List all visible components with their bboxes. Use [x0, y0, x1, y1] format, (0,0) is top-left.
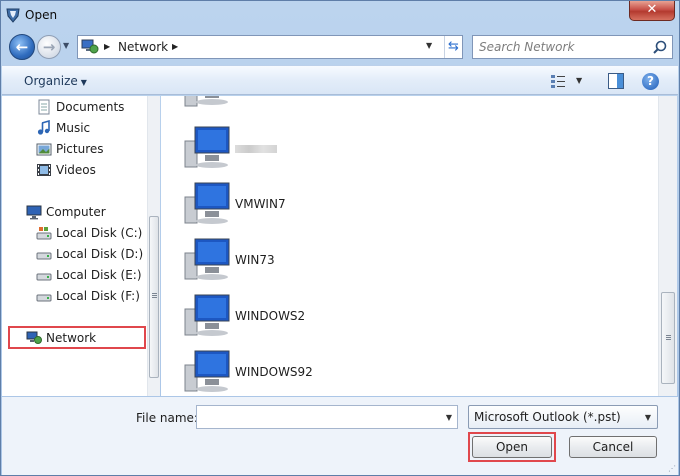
breadcrumb-separator-icon[interactable]: ▶	[104, 42, 110, 51]
preview-pane-button[interactable]	[608, 73, 624, 89]
app-icon	[6, 8, 20, 23]
drive-icon	[36, 227, 52, 240]
title-bar: Open ✕	[1, 1, 679, 31]
forward-arrow-icon: →	[42, 38, 56, 56]
computer-name: VMWIN7	[235, 197, 286, 211]
close-icon: ✕	[646, 2, 658, 17]
network-computer-icon	[184, 294, 230, 336]
search-icon[interactable]	[653, 40, 667, 54]
drive-icon	[36, 273, 52, 281]
view-options-icon[interactable]	[550, 73, 566, 89]
drive-icon	[36, 294, 52, 302]
nav-item-label: Documents	[56, 100, 125, 114]
nav-item-label: Network	[46, 331, 97, 345]
file-type-value: Microsoft Outlook (*.pst)	[474, 410, 621, 424]
refresh-icon: ⇆	[448, 39, 459, 54]
computer-item[interactable]: WINDOWS2	[161, 293, 361, 341]
network-icon	[26, 331, 42, 344]
music-icon	[37, 120, 50, 135]
file-list-scrollbar[interactable]	[658, 96, 677, 396]
open-dialog: Open ✕ ← → ▼ ▶ Network ▶ ▼ ⇆ Search Netw…	[0, 0, 680, 476]
nav-item-label: Local Disk (D:)	[56, 247, 144, 261]
forward-button[interactable]: →	[37, 35, 61, 59]
pictures-icon	[36, 143, 52, 156]
nav-item-label: Local Disk (E:)	[56, 268, 142, 282]
navigation-scrollbar[interactable]	[147, 96, 160, 396]
address-bar[interactable]: ▶ Network ▶ ▼ ⇆	[77, 35, 463, 59]
videos-icon	[37, 164, 51, 176]
cancel-button[interactable]: Cancel	[569, 436, 657, 458]
scrollbar-thumb[interactable]	[661, 292, 675, 384]
computer-item[interactable]: WIN73	[161, 237, 361, 285]
computer-item[interactable]: VMWIN7	[161, 181, 361, 229]
nav-item-label: Music	[56, 121, 91, 135]
resize-grip-icon[interactable]: ⋰	[668, 464, 676, 473]
network-computer-icon	[184, 126, 230, 168]
network-computer-icon	[184, 350, 230, 392]
documents-icon	[38, 99, 50, 115]
recent-locations-dropdown[interactable]: ▼	[63, 41, 73, 53]
nav-item-label: Local Disk (C:)	[56, 226, 143, 240]
computer-name: WIN73	[235, 253, 275, 267]
network-computer-icon	[184, 238, 230, 280]
scrollbar-thumb[interactable]	[149, 216, 159, 378]
file-name-label: File name:	[136, 411, 198, 425]
nav-item-label: Pictures	[56, 142, 104, 156]
network-computer-icon	[184, 182, 230, 224]
breadcrumb-network[interactable]: Network	[118, 40, 168, 54]
chevron-down-icon: ▼	[80, 78, 87, 87]
navigation-pane: Documents Music Pictures Videos Computer…	[2, 96, 160, 396]
window-title: Open	[25, 8, 58, 22]
computer-name: WINDOWS92	[235, 365, 313, 379]
computer-item-redacted[interactable]	[161, 125, 361, 173]
back-button[interactable]: ←	[9, 34, 35, 60]
redacted-computer-name	[235, 145, 277, 153]
chevron-down-icon: ▼	[644, 413, 651, 422]
back-arrow-icon: ←	[15, 38, 29, 56]
nav-item-label: Computer	[46, 205, 106, 219]
view-dropdown-icon[interactable]: ▼	[576, 76, 582, 85]
computer-item-partial[interactable]	[161, 96, 361, 110]
refresh-button[interactable]: ⇆	[444, 36, 464, 58]
computer-icon	[26, 205, 42, 220]
search-box[interactable]: Search Network	[472, 35, 673, 59]
address-dropdown-icon[interactable]: ▼	[426, 41, 432, 50]
organize-button[interactable]: Organize ▼	[24, 74, 87, 88]
file-list: VMWIN7 WIN73 WINDOWS2 WINDOWS92	[161, 96, 658, 396]
chevron-down-icon[interactable]: ▼	[446, 413, 452, 422]
network-computer-icon	[184, 96, 228, 107]
close-button[interactable]: ✕	[629, 1, 675, 21]
dialog-footer: File name: ▼ Microsoft Outlook (*.pst) ▼…	[2, 397, 678, 475]
network-icon	[81, 39, 99, 54]
breadcrumb-separator-icon[interactable]: ▶	[172, 42, 178, 51]
file-name-input[interactable]: ▼	[196, 405, 458, 429]
drive-icon	[36, 252, 52, 260]
nav-item-label: Videos	[56, 163, 96, 177]
open-button[interactable]: Open	[472, 436, 552, 458]
help-icon[interactable]: ?	[642, 73, 659, 90]
computer-item[interactable]: WINDOWS92	[161, 349, 361, 396]
computer-name: WINDOWS2	[235, 309, 306, 323]
organize-label: Organize	[24, 74, 78, 88]
command-bar: Organize ▼ ▼ ?	[2, 65, 678, 95]
search-input[interactable]: Search Network	[479, 40, 574, 54]
file-type-select[interactable]: Microsoft Outlook (*.pst) ▼	[468, 405, 658, 429]
nav-item-label: Local Disk (F:)	[56, 289, 140, 303]
